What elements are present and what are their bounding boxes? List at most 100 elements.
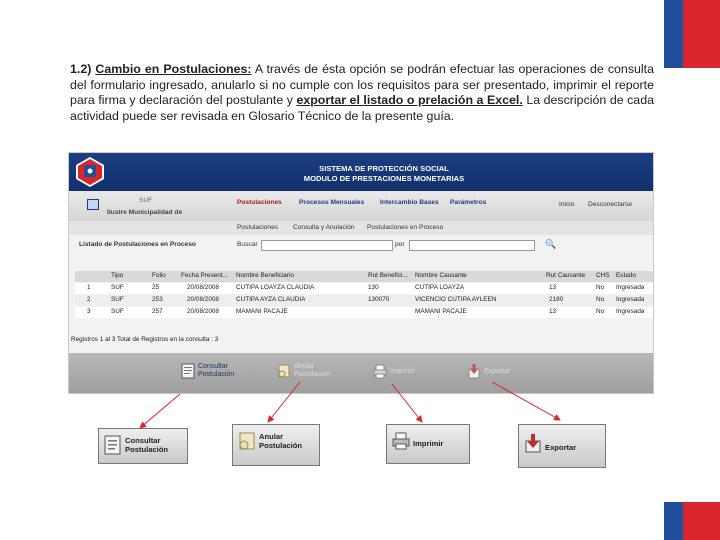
zoom-anular-label: Anular Postulación: [259, 432, 303, 450]
cell-causante: VICENCIO CUTIPA AYLEEN: [415, 296, 497, 303]
link-desconectarse[interactable]: Desconectarse: [588, 201, 632, 208]
search-label: Buscar: [237, 241, 258, 248]
col-chs: CHS: [596, 272, 610, 279]
cell-rut-causante: 13: [549, 284, 557, 291]
export-icon: [525, 434, 541, 453]
cell-causante: CUTIPA LOAYZA: [415, 284, 465, 291]
submenu-bar: Postulaciones Consulta y Anulación Postu…: [69, 221, 653, 235]
cell-chs: No: [596, 284, 605, 291]
table-row[interactable]: 2 SUF 253 20/08/2008 CUTIPA AYZA CLAUDIA…: [75, 295, 653, 306]
col-rut: Rut Benefici...: [368, 272, 408, 279]
menu-postulaciones[interactable]: Postulaciones: [237, 199, 282, 206]
imprimir-label: Imprimir: [390, 367, 416, 375]
menu-procesos-mensuales[interactable]: Procesos Mensuales: [299, 199, 364, 206]
printer-icon: [373, 364, 387, 379]
document-icon: [181, 363, 195, 379]
banner-title-line1: SISTEMA DE PROTECCIÓN SOCIAL: [319, 164, 449, 173]
cell-tipo: SUF: [111, 284, 124, 291]
printer-icon: [392, 432, 410, 450]
row-number: 3: [87, 308, 91, 315]
cell-folio: 257: [152, 308, 163, 315]
cell-estado: Ingresada: [616, 284, 645, 291]
top-flag-stripe: [664, 0, 720, 68]
instruction-paragraph: 1.2) Cambio en Postulaciones: A través d…: [70, 62, 654, 124]
cell-nombre: CUTIPA AYZA CLAUDIA: [236, 296, 306, 303]
app-toolbar: SUF Ilustre Municipalidad de Postulacion…: [69, 191, 653, 221]
bottom-flag-stripe: [664, 502, 720, 540]
col-nombre: Nombre Beneficiario: [236, 272, 294, 279]
search-input[interactable]: [261, 240, 393, 251]
cell-nombre: CUTIPA LOAYZA CLAUDIA: [236, 284, 315, 291]
search-field-select[interactable]: [409, 240, 535, 251]
zoom-exportar-label: Exportar: [545, 443, 577, 452]
org-name: Ilustre Municipalidad de: [107, 209, 183, 216]
org-code: SUF: [139, 197, 153, 204]
records-status: Registros 1 al 3 Total de Registros en l…: [71, 336, 219, 343]
cell-rut-causante: 2180: [549, 296, 564, 303]
col-fecha: Fecha Present...: [181, 272, 228, 279]
cell-tipo: SUF: [111, 308, 124, 315]
app-screenshot: SISTEMA DE PROTECCIÓN SOCIAL MODULO DE P…: [68, 152, 654, 394]
table-row[interactable]: 1 SUF 25 20/08/2008 CUTIPA LOAYZA CLAUDI…: [75, 283, 653, 294]
arrow-consultar: [139, 393, 181, 429]
menu-parametros[interactable]: Parámetros: [450, 199, 486, 206]
cell-chs: No: [596, 296, 605, 303]
cell-tipo: SUF: [111, 296, 124, 303]
cell-causante: MAMANI PACAJE: [415, 308, 467, 315]
submenu-postulaciones[interactable]: Postulaciones: [237, 224, 278, 231]
submenu-postulaciones-proceso[interactable]: Postulaciones en Proceso: [367, 224, 443, 231]
col-estado: Estado: [616, 272, 636, 279]
anular-postulacion-button[interactable]: Anular Postulación: [277, 363, 336, 379]
action-bar: Consultar Postulación Anular Postulación…: [69, 353, 653, 393]
col-causante: Nombre Causante: [415, 272, 467, 279]
cell-nombre: MAMANI PACAJE: [236, 308, 288, 315]
cell-fecha: 20/08/2008: [187, 284, 219, 291]
cell-estado: Ingresada: [616, 308, 645, 315]
search-icon[interactable]: 🔍: [545, 239, 556, 250]
anular-label: Anular Postulación: [294, 363, 331, 378]
cancel-form-icon: [278, 364, 290, 378]
zoom-consultar-label: Consultar Postulación: [125, 436, 169, 454]
cell-fecha: 20/08/2008: [187, 308, 219, 315]
zoom-imprimir: Imprimir: [386, 424, 470, 464]
cell-chs: No: [596, 308, 605, 315]
cell-rut-causante: 13: [549, 308, 557, 315]
search-bar: Listado de Postulaciones en Proceso Busc…: [69, 235, 653, 255]
link-inicio[interactable]: Inicio: [559, 201, 574, 208]
paragraph-highlight: exportar el listado o prelación a Excel.: [296, 93, 523, 108]
document-icon: [104, 435, 121, 455]
consultar-postulacion-button[interactable]: Consultar Postulación: [181, 363, 242, 379]
government-logo-icon: [76, 157, 104, 187]
cell-estado: Ingresada: [616, 296, 645, 303]
cell-rut: 130070: [368, 296, 390, 303]
export-icon: [468, 364, 480, 379]
row-number: 1: [87, 284, 91, 291]
cell-folio: 25: [152, 284, 160, 291]
org-icon: [87, 199, 99, 210]
zoom-anular-postulacion: Anular Postulación: [232, 424, 320, 466]
cancel-form-icon: [239, 432, 255, 450]
col-folio: Folio: [152, 272, 166, 279]
submenu-consulta-anulacion[interactable]: Consulta y Anulación: [293, 224, 355, 231]
cell-rut: 130: [368, 284, 379, 291]
zoom-consultar-postulacion: Consultar Postulación: [98, 428, 188, 464]
zoom-exportar: Exportar: [518, 424, 606, 468]
col-tipo: Tipo: [111, 272, 124, 279]
list-title: Listado de Postulaciones en Proceso: [79, 241, 196, 248]
exportar-button[interactable]: Exportar: [467, 363, 510, 379]
banner-title-line2: MODULO DE PRESTACIONES MONETARIAS: [303, 174, 465, 183]
consultar-label: Consultar Postulación: [198, 363, 235, 378]
imprimir-button[interactable]: Imprimir: [373, 363, 415, 379]
app-banner: SISTEMA DE PROTECCIÓN SOCIAL MODULO DE P…: [69, 153, 653, 191]
cell-folio: 253: [152, 296, 163, 303]
exportar-label: Exportar: [484, 367, 511, 375]
cell-fecha: 20/08/2008: [187, 296, 219, 303]
zoom-imprimir-label: Imprimir: [413, 439, 444, 448]
menu-intercambio-bases[interactable]: Intercambio Bases: [380, 199, 439, 206]
por-label: por: [395, 241, 405, 248]
row-number: 2: [87, 296, 91, 303]
section-number: 1.2): [70, 62, 92, 76]
col-rut-causante: Rut Causante: [546, 272, 586, 279]
table-row[interactable]: 3 SUF 257 20/08/2008 MAMANI PACAJE MAMAN…: [75, 307, 653, 318]
table-header: Tipo Folio Fecha Present... Nombre Benef…: [75, 271, 653, 282]
